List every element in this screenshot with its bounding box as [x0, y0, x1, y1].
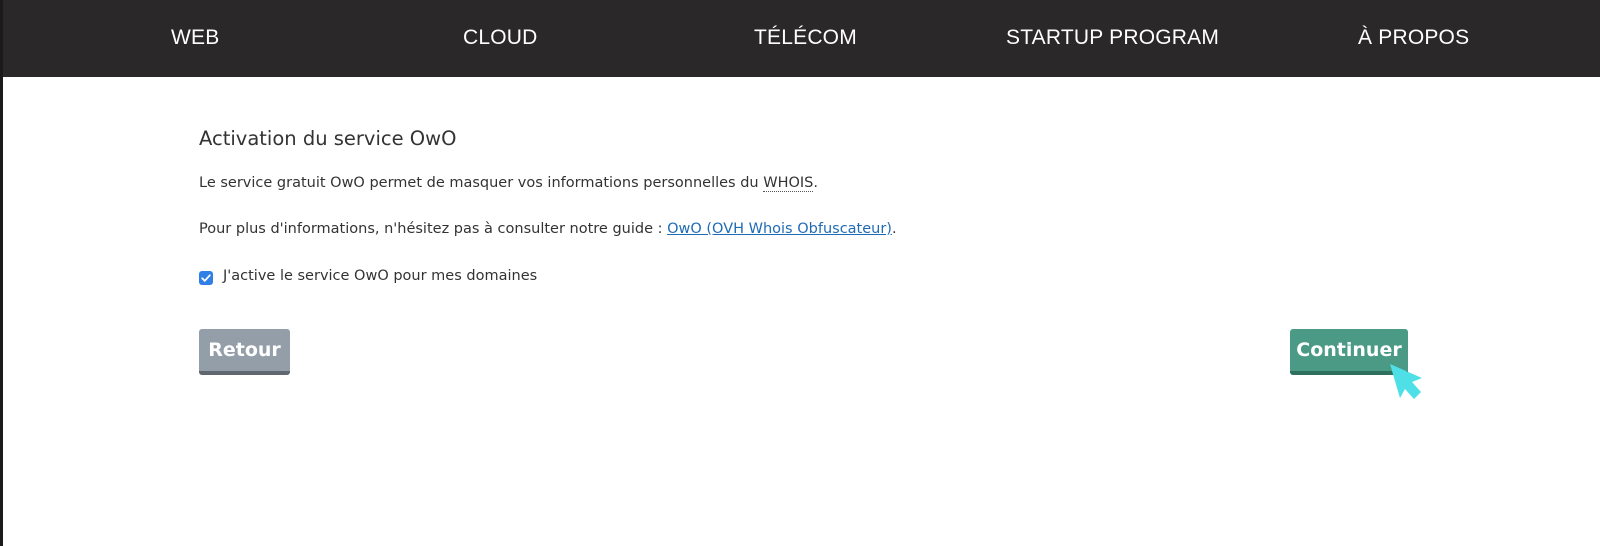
nav-item-startup-program[interactable]: STARTUP PROGRAM — [1006, 0, 1219, 75]
page: WEB CLOUD TÉLÉCOM STARTUP PROGRAM À PROP… — [3, 0, 1600, 546]
page-title: Activation du service OwO — [199, 127, 457, 150]
service-description: Le service gratuit OwO permet de masquer… — [199, 175, 818, 192]
back-button[interactable]: Retour — [199, 329, 290, 375]
activate-owo-checkbox[interactable] — [199, 271, 213, 285]
pointer-cursor-icon — [1390, 364, 1422, 399]
checkmark-icon — [201, 274, 211, 282]
description-suffix: . — [813, 175, 818, 191]
top-navigation: WEB CLOUD TÉLÉCOM STARTUP PROGRAM À PROP… — [3, 0, 1600, 77]
whois-abbreviation[interactable]: WHOIS — [763, 175, 814, 192]
guide-info-suffix: . — [891, 221, 897, 237]
activate-owo-label[interactable]: J'active le service OwO pour mes domaine… — [223, 268, 537, 284]
guide-link[interactable]: OwO (OVH Whois Obfuscateur) — [667, 221, 892, 237]
guide-info-text: Pour plus d'informations, n'hésitez pas … — [199, 221, 668, 237]
nav-item-telecom[interactable]: TÉLÉCOM — [754, 0, 857, 75]
nav-item-cloud[interactable]: CLOUD — [463, 0, 538, 75]
guide-info: Pour plus d'informations, n'hésitez pas … — [199, 221, 897, 237]
description-text: Le service gratuit OwO permet de masquer… — [199, 175, 764, 191]
nav-item-web[interactable]: WEB — [171, 0, 219, 75]
nav-item-about[interactable]: À PROPOS — [1358, 0, 1469, 75]
